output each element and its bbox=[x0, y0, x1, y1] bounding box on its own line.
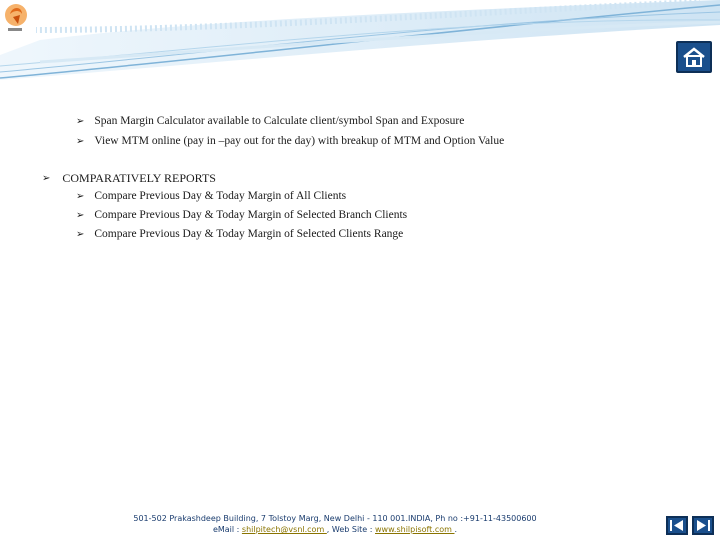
list-item: ➢ Compare Previous Day & Today Margin of… bbox=[76, 228, 403, 240]
arrow-bullet-icon: ➢ bbox=[42, 173, 51, 184]
arrow-bullet-icon: ➢ bbox=[76, 135, 85, 147]
list-item-text: Compare Previous Day & Today Margin of S… bbox=[94, 209, 408, 221]
next-slide-icon bbox=[697, 520, 710, 531]
company-logo bbox=[0, 0, 36, 36]
prev-slide-button[interactable] bbox=[666, 516, 688, 535]
footer-tail: . bbox=[454, 525, 458, 534]
home-button[interactable] bbox=[676, 41, 712, 73]
website-label: , Web Site : bbox=[326, 525, 376, 534]
prev-slide-icon bbox=[670, 520, 683, 531]
footer-address: 501-502 Prakashdeep Building, 7 Tolstoy … bbox=[133, 514, 537, 523]
list-item-text: View MTM online (pay in –pay out for the… bbox=[94, 135, 505, 147]
list-item: ➢ View MTM online (pay in –pay out for t… bbox=[76, 135, 504, 147]
header-wave-band bbox=[0, 0, 720, 80]
arrow-bullet-icon: ➢ bbox=[76, 209, 85, 221]
list-item-text: Span Margin Calculator available to Calc… bbox=[94, 115, 465, 127]
footer-contact: eMail : shilpitech@vsnl.com , Web Site :… bbox=[100, 524, 570, 535]
email-link[interactable]: shilpitech@vsnl.com bbox=[242, 525, 327, 534]
section-title: COMPARATIVELY REPORTS bbox=[62, 171, 216, 185]
arrow-bullet-icon: ➢ bbox=[76, 190, 85, 202]
section-heading: ➢ COMPARATIVELY REPORTS bbox=[42, 171, 216, 186]
list-item: ➢ Compare Previous Day & Today Margin of… bbox=[76, 209, 407, 221]
list-item-text: Compare Previous Day & Today Margin of S… bbox=[94, 228, 404, 240]
footer: 501-502 Prakashdeep Building, 7 Tolstoy … bbox=[100, 513, 570, 535]
arrow-bullet-icon: ➢ bbox=[76, 115, 85, 127]
logo-icon bbox=[5, 4, 27, 31]
email-label: eMail : bbox=[212, 525, 242, 534]
list-item: ➢ Span Margin Calculator available to Ca… bbox=[76, 115, 464, 127]
arrow-bullet-icon: ➢ bbox=[76, 228, 85, 240]
list-item: ➢ Compare Previous Day & Today Margin of… bbox=[76, 190, 346, 202]
next-slide-button[interactable] bbox=[692, 516, 714, 535]
website-link[interactable]: www.shilpisoft.com bbox=[375, 525, 454, 534]
home-icon bbox=[683, 47, 705, 67]
list-item-text: Compare Previous Day & Today Margin of A… bbox=[94, 190, 347, 202]
